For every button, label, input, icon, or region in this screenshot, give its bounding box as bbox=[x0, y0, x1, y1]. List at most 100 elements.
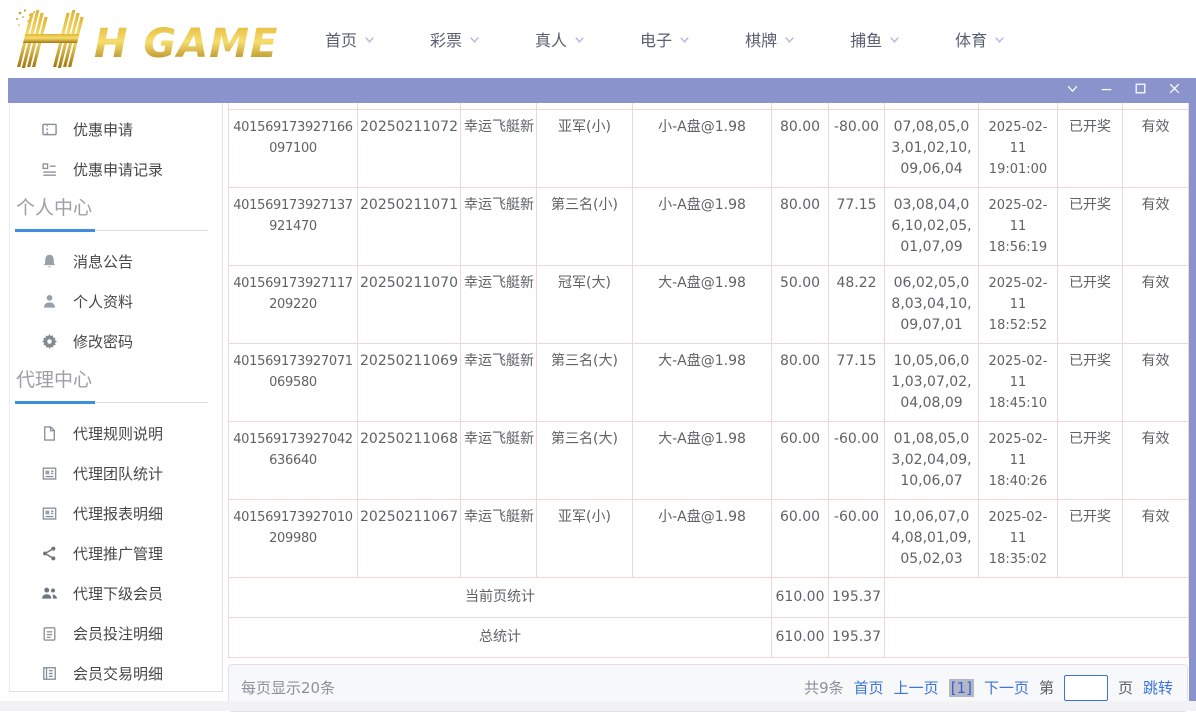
window-dropdown-button[interactable] bbox=[1062, 81, 1082, 101]
svg-text:H GAME: H GAME bbox=[94, 21, 278, 67]
sidebar-item-label: 代理下级会员 bbox=[73, 583, 163, 604]
cell-validity: 有效 bbox=[1123, 187, 1189, 265]
pagination-controls: 共9条 首页 上一页 [1] 下一页 第 页 跳转 bbox=[804, 675, 1173, 701]
sidebar-item-label: 代理规则说明 bbox=[73, 423, 163, 444]
nav-label: 首页 bbox=[325, 27, 357, 51]
cell-period: 20250211072 bbox=[358, 109, 461, 187]
sidebar-item-label: 优惠申请记录 bbox=[73, 159, 163, 180]
sidebar-item-label: 会员交易明细 bbox=[73, 663, 163, 684]
cell-status: 已开奖 bbox=[1058, 109, 1123, 187]
report-icon bbox=[41, 505, 58, 522]
window-close-button[interactable] bbox=[1164, 81, 1184, 101]
jump-suffix-label: 页 bbox=[1118, 677, 1133, 698]
cell-win-loss: -60.00 bbox=[829, 499, 885, 577]
table-row: 401569173927042 636640 20250211068 幸运飞艇新… bbox=[229, 421, 1189, 499]
cell-amount: 80.00 bbox=[772, 343, 829, 421]
cell-bet-position: 亚军(小) bbox=[537, 499, 633, 577]
nav-label: 电子 bbox=[640, 27, 672, 51]
cell-order-number: 401569173927166 097100 bbox=[229, 109, 358, 187]
sidebar-item-label: 优惠申请 bbox=[73, 119, 133, 140]
chevron-down-icon bbox=[468, 33, 481, 46]
sidebar-item-label: 代理团队统计 bbox=[73, 463, 163, 484]
cell-order-number: 401569173927137 921470 bbox=[229, 187, 358, 265]
sidebar-item-member-transaction-details[interactable]: 会员交易明细 bbox=[10, 653, 222, 693]
cell-order-number: 401569173927071 069580 bbox=[229, 343, 358, 421]
nav-item-cards[interactable]: 棋牌 bbox=[745, 27, 796, 51]
cell-win-loss: -60.00 bbox=[829, 421, 885, 499]
top-header: H GAME 首页 彩票 真人 电子 棋牌 捕鱼 体育 bbox=[0, 0, 1196, 78]
window-maximize-button[interactable] bbox=[1130, 81, 1150, 101]
sidebar-item-label: 代理报表明细 bbox=[73, 503, 163, 524]
close-icon bbox=[1167, 81, 1182, 100]
cell-draw-numbers: 06,02,05,08,03,04,10,09,07,01 bbox=[885, 265, 979, 343]
current-page-indicator[interactable]: [1] bbox=[949, 679, 974, 697]
cell-game-name: 幸运飞艇新 bbox=[461, 343, 537, 421]
bet-list-icon bbox=[41, 625, 58, 642]
cell-game-name: 幸运飞艇新 bbox=[461, 421, 537, 499]
nav-item-slots[interactable]: 电子 bbox=[640, 27, 691, 51]
nav-item-sports[interactable]: 体育 bbox=[955, 27, 1006, 51]
cell-bet-position: 亚军(小) bbox=[537, 109, 633, 187]
cell-win-loss: -80.00 bbox=[829, 109, 885, 187]
cell-status: 已开奖 bbox=[1058, 421, 1123, 499]
record-list-icon bbox=[41, 161, 58, 178]
sidebar-section-agent-center: 代理中心 bbox=[16, 367, 222, 393]
sidebar-item-agent-promotion[interactable]: 代理推广管理 bbox=[10, 533, 222, 573]
prev-page-link[interactable]: 上一页 bbox=[894, 677, 939, 698]
nav-label: 彩票 bbox=[430, 27, 462, 51]
sidebar-item-profile[interactable]: 个人资料 bbox=[10, 281, 222, 321]
nav-label: 捕鱼 bbox=[850, 27, 882, 51]
nav-item-live[interactable]: 真人 bbox=[535, 27, 586, 51]
sidebar-item-agent-downline-members[interactable]: 代理下级会员 bbox=[10, 573, 222, 613]
chevron-down-icon bbox=[573, 33, 586, 46]
cell-status: 已开奖 bbox=[1058, 343, 1123, 421]
chevron-down-icon bbox=[678, 33, 691, 46]
main-content: 401569173927166 097100 20250211072 幸运飞艇新… bbox=[228, 103, 1188, 712]
sidebar-item-change-password[interactable]: 修改密码 bbox=[10, 321, 222, 361]
cell-game-name: 幸运飞艇新 bbox=[461, 265, 537, 343]
cell-settle-time: 2025-02-11 18:40:26 bbox=[979, 421, 1058, 499]
sidebar-item-promo-apply[interactable]: 优惠申请 bbox=[10, 109, 222, 149]
cell-settle-time: 2025-02-11 18:52:52 bbox=[979, 265, 1058, 343]
sidebar-item-label: 消息公告 bbox=[73, 251, 133, 272]
sidebar-item-promo-records[interactable]: 优惠申请记录 bbox=[10, 149, 222, 189]
summary-empty bbox=[885, 577, 1189, 617]
summary-amount: 610.00 bbox=[772, 577, 829, 617]
chevron-down-icon bbox=[888, 33, 901, 46]
sidebar-section-personal-center: 个人中心 bbox=[16, 195, 222, 221]
share-icon bbox=[41, 545, 58, 562]
cell-amount: 50.00 bbox=[772, 265, 829, 343]
window-bottom-edge bbox=[0, 701, 1196, 711]
summary-label: 当前页统计 bbox=[229, 577, 772, 617]
cell-draw-numbers: 10,06,07,04,08,01,09,05,02,03 bbox=[885, 499, 979, 577]
chevron-down-icon bbox=[363, 33, 376, 46]
cell-win-loss: 77.15 bbox=[829, 187, 885, 265]
nav-item-fishing[interactable]: 捕鱼 bbox=[850, 27, 901, 51]
sidebar-item-agent-reports[interactable]: 代理报表明细 bbox=[10, 493, 222, 533]
cell-status: 已开奖 bbox=[1058, 187, 1123, 265]
section-divider bbox=[15, 230, 208, 231]
sidebar-item-agent-rules[interactable]: 代理规则说明 bbox=[10, 413, 222, 453]
cell-draw-numbers: 10,05,06,01,03,07,02,04,08,09 bbox=[885, 343, 979, 421]
cell-win-loss: 48.22 bbox=[829, 265, 885, 343]
maximize-icon bbox=[1133, 81, 1148, 100]
cell-order-number: 401569173927010 209980 bbox=[229, 499, 358, 577]
nav-item-home[interactable]: 首页 bbox=[325, 27, 376, 51]
chevron-down-icon bbox=[783, 33, 796, 46]
sidebar-item-member-bet-details[interactable]: 会员投注明细 bbox=[10, 613, 222, 653]
coupon-icon bbox=[41, 121, 58, 138]
first-page-link[interactable]: 首页 bbox=[854, 677, 884, 698]
jump-button[interactable]: 跳转 bbox=[1143, 677, 1173, 698]
next-page-link[interactable]: 下一页 bbox=[984, 677, 1029, 698]
window-minimize-button[interactable] bbox=[1096, 81, 1116, 101]
sidebar-item-announcements[interactable]: 消息公告 bbox=[10, 241, 222, 281]
sidebar-item-agent-team-stats[interactable]: 代理团队统计 bbox=[10, 453, 222, 493]
page-size-label: 每页显示20条 bbox=[241, 677, 335, 698]
scrollbar[interactable] bbox=[1189, 103, 1196, 711]
page-jump-input[interactable] bbox=[1064, 675, 1108, 701]
cell-settle-time: 2025-02-11 18:56:19 bbox=[979, 187, 1058, 265]
transaction-icon bbox=[41, 665, 58, 682]
chevron-down-icon bbox=[993, 33, 1006, 46]
window-titlebar bbox=[8, 78, 1196, 103]
nav-item-lottery[interactable]: 彩票 bbox=[430, 27, 481, 51]
